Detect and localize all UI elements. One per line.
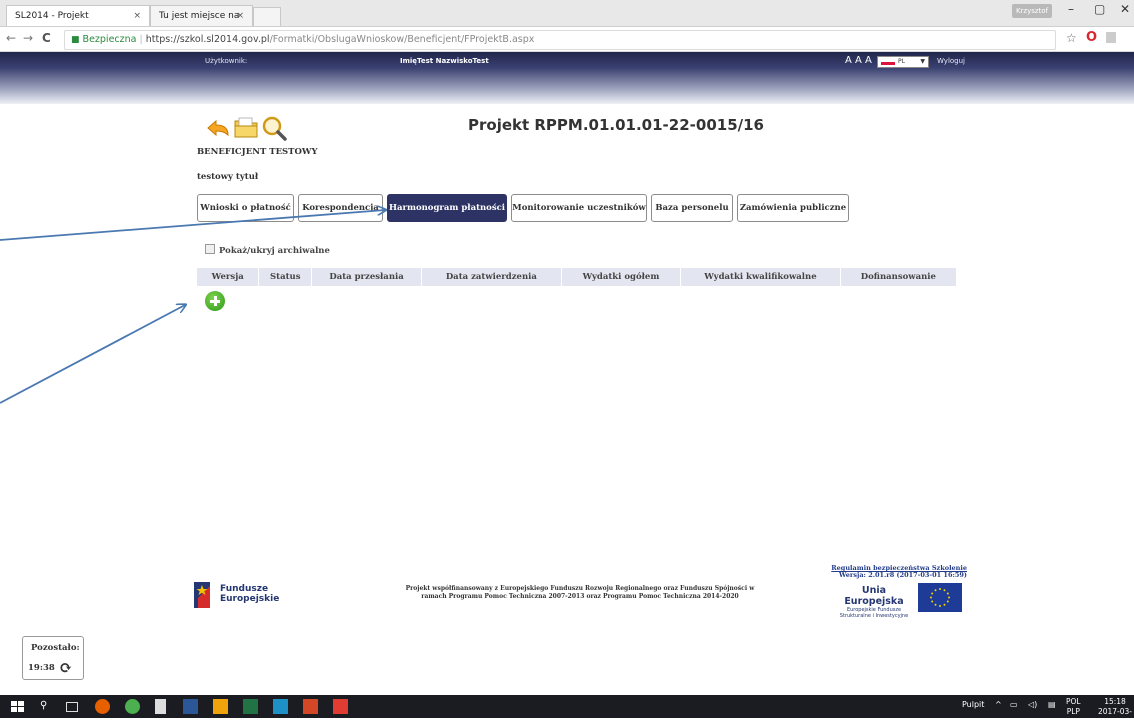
annotation-arrows [0, 0, 1134, 404]
outlook-icon[interactable] [213, 699, 228, 714]
acrobat-icon[interactable] [333, 699, 348, 714]
excel-icon[interactable] [243, 699, 258, 714]
explorer-icon[interactable] [273, 699, 288, 714]
calculator-icon[interactable] [155, 699, 166, 714]
eu-sub: Strukturalne i Inwestycyjne [839, 613, 909, 619]
clock-date: 2017-03-02 [1097, 707, 1133, 726]
powerpoint-icon[interactable] [303, 699, 318, 714]
eu-title: Unia Europejska [844, 585, 904, 607]
notifications-icon[interactable]: ▤ [1048, 700, 1056, 709]
taskbar: ⚲ Pulpit ^ ▭ ◁) ▤ POL PLP 15:18 2017-03-… [0, 695, 1134, 726]
language-indicator[interactable]: POL PLP [1066, 697, 1081, 717]
regulations-block: Regulamin bezpieczeństwa Szkolenie Wersj… [822, 565, 967, 579]
task-view-icon[interactable] [66, 702, 78, 712]
timer-value: 19:38 [28, 663, 55, 673]
fundusze-europejskie-text: Fundusze Europejskie [220, 584, 279, 604]
chrome-icon[interactable] [125, 699, 140, 714]
cofinance-text: Projekt współfinansowany z Europejskiego… [405, 585, 755, 600]
lang-bottom: PLP [1066, 707, 1080, 716]
network-icon[interactable]: ▭ [1010, 700, 1018, 709]
session-timer: Pozostało: 19:38 ⟳ [22, 636, 84, 680]
version-text: Wersja: 2.01.r8 (2017-03-01 16:59) [838, 571, 967, 579]
chevron-up-icon[interactable]: ^ [995, 700, 1002, 709]
word-icon[interactable] [183, 699, 198, 714]
refresh-icon[interactable]: ⟳ [59, 658, 72, 677]
windows-start-icon[interactable] [10, 699, 25, 714]
clock-time: 15:18 [1104, 697, 1126, 706]
lang-top: POL [1066, 697, 1081, 706]
desktop-label[interactable]: Pulpit [962, 700, 984, 709]
fe-line: Fundusze [220, 584, 269, 594]
eu-flag-icon [918, 583, 962, 612]
clock[interactable]: 15:18 2017-03-02 [1096, 697, 1134, 727]
fe-line: Europejskie [220, 594, 280, 604]
annotation-arrow [0, 305, 185, 404]
firefox-icon[interactable] [95, 699, 110, 714]
annotation-arrow [0, 210, 385, 241]
eu-text: Unia Europejska Europejskie Fundusze Str… [835, 585, 913, 619]
search-icon[interactable]: ⚲ [40, 700, 47, 711]
timer-label: Pozostało: [31, 643, 80, 653]
volume-icon[interactable]: ◁) [1028, 700, 1037, 709]
